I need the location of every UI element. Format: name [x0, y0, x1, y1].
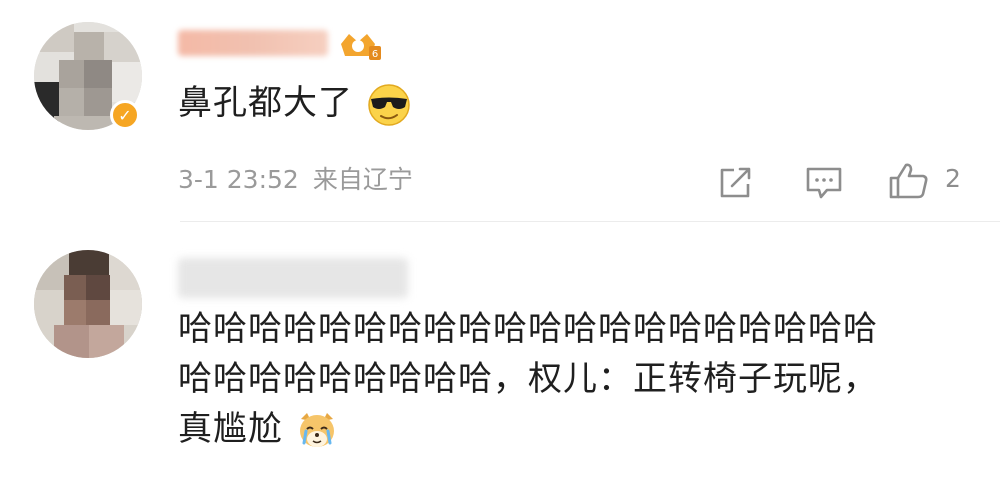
like-button[interactable] [888, 162, 930, 200]
avatar[interactable] [34, 250, 142, 358]
share-icon [720, 167, 751, 198]
blurred-username[interactable] [178, 258, 408, 298]
comment-text-content: 真尴尬 [178, 409, 283, 449]
crying-dog-emoji-icon [299, 412, 334, 447]
share-button[interactable] [718, 166, 754, 200]
verified-badge-icon: ✓ [110, 100, 140, 130]
comment-text-content: 鼻孔都大了 [178, 83, 353, 123]
comment-item: ✓ 6 鼻孔都大了 3-1 23:52 来自辽宁 2 [0, 0, 1000, 222]
comment-text-line: 哈哈哈哈哈哈哈哈哈哈哈哈哈哈哈哈哈哈哈哈 [178, 309, 878, 349]
svg-text:6: 6 [372, 49, 378, 60]
like-count: 2 [945, 164, 961, 193]
comment-text-line: 哈哈哈哈哈哈哈哈哈，权儿：正转椅子玩呢， [178, 359, 878, 399]
reply-button[interactable] [805, 166, 843, 200]
comment-text: 哈哈哈哈哈哈哈哈哈哈哈哈哈哈哈哈哈哈哈哈 哈哈哈哈哈哈哈哈哈，权儿：正转椅子玩呢… [178, 304, 978, 454]
avatar-pixelated-image [34, 250, 142, 358]
fan-level-badge-icon: 6 [341, 34, 381, 60]
comment-actions: 2 [0, 158, 1000, 202]
blurred-username[interactable] [178, 30, 328, 56]
thumbs-up-icon [889, 163, 928, 199]
cool-sunglasses-emoji-icon [368, 83, 410, 126]
comment-item: 哈哈哈哈哈哈哈哈哈哈哈哈哈哈哈哈哈哈哈哈 哈哈哈哈哈哈哈哈哈，权儿：正转椅子玩呢… [0, 222, 1000, 491]
comment-bubble-icon [806, 167, 842, 199]
comment-text: 鼻孔都大了 [178, 78, 413, 128]
comment-text-line: 真尴尬 [178, 404, 978, 454]
